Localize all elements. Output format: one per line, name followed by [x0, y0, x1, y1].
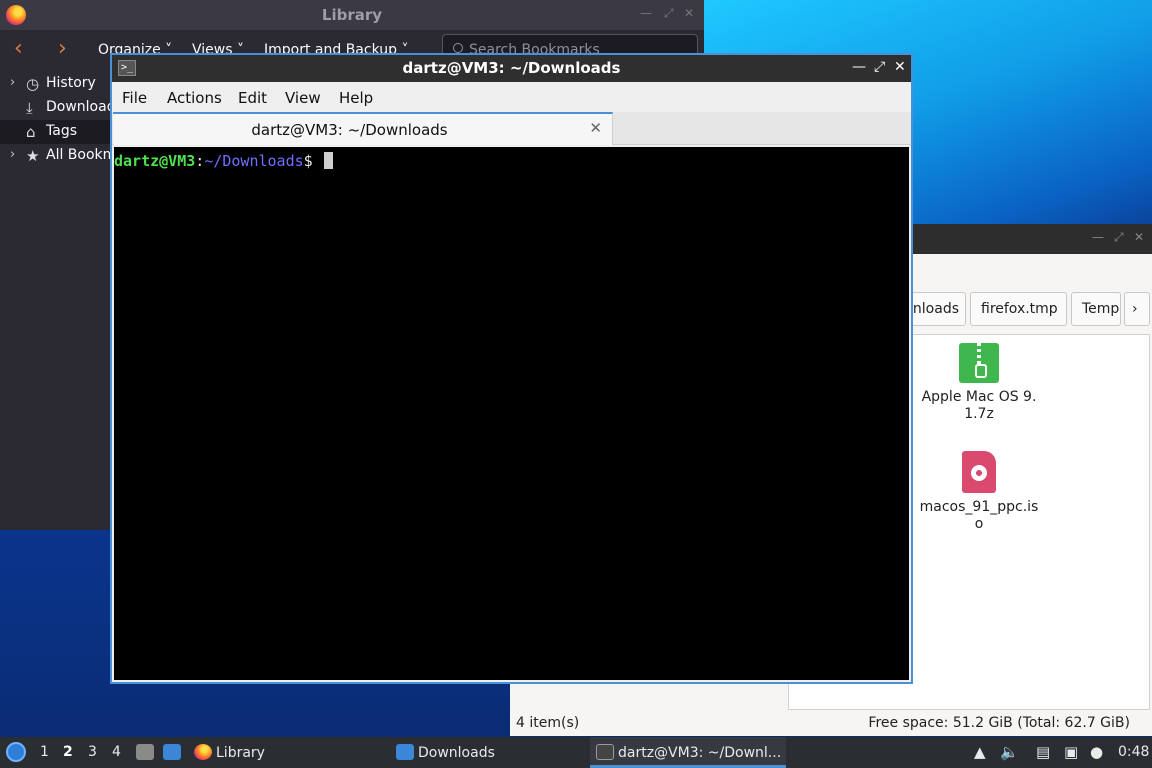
chevron-right-icon[interactable]: ›	[1124, 292, 1150, 326]
text-cursor	[323, 152, 333, 169]
file-name: Apple Mac OS 9.1.7z	[921, 389, 1037, 422]
back-arrow-icon[interactable]: ‹	[14, 36, 23, 61]
terminal-window: >_ dartz@VM3: ~/Downloads — ⤢ ✕ File Act…	[110, 53, 913, 684]
close-icon[interactable]: ✕	[684, 6, 694, 20]
minimize-icon[interactable]: —	[852, 59, 866, 75]
file-item[interactable]: macos_91_ppc.iso	[919, 451, 1039, 533]
tree-item-tags[interactable]: ⌂ Tags	[0, 120, 112, 144]
zip-archive-icon	[959, 343, 999, 383]
file-item[interactable]: Apple Mac OS 9.1.7z	[919, 343, 1039, 423]
download-icon: ⤓	[26, 99, 33, 117]
library-title: Library	[321, 6, 383, 24]
menu-file[interactable]: File	[122, 89, 147, 107]
task-terminal[interactable]: dartz@VM3: ~/Downl...	[590, 737, 786, 768]
desktop-launcher-icon[interactable]	[163, 744, 181, 760]
clock[interactable]: 0:48	[1118, 744, 1149, 760]
network-icon[interactable]: ▣	[1064, 743, 1078, 761]
star-icon: ★	[26, 147, 40, 165]
menu-actions[interactable]: Actions	[167, 89, 222, 107]
file-name: macos_91_ppc.iso	[919, 499, 1039, 532]
prompt-separator: :	[195, 152, 205, 170]
status-bar: 4 item(s) Free space: 51.2 GiB (Total: 6…	[510, 710, 1152, 736]
workspace-2[interactable]: 2	[63, 744, 73, 760]
terminal-menubar: File Actions Edit View Help	[112, 82, 911, 112]
file-manager-launcher-icon[interactable]	[136, 744, 154, 760]
close-icon[interactable]: ✕	[1134, 230, 1144, 244]
minimize-icon[interactable]: —	[640, 6, 652, 20]
clock-icon: ◷	[26, 75, 40, 93]
workspace-1[interactable]: 1	[40, 744, 49, 760]
forward-arrow-icon[interactable]: ›	[58, 36, 67, 61]
breadcrumb-downloads[interactable]: Downloads	[908, 292, 966, 326]
firefox-icon	[194, 744, 212, 760]
terminal-tabbar: dartz@VM3: ~/Downloads ✕	[112, 112, 911, 145]
maximize-icon[interactable]: ⤢	[1114, 230, 1124, 245]
menu-view[interactable]: View	[285, 89, 321, 107]
tag-icon: ⌂	[26, 123, 36, 141]
maximize-icon[interactable]: ⤢	[664, 6, 674, 21]
chevron-right-icon[interactable]: ›	[10, 147, 15, 162]
item-count: 4 item(s)	[516, 715, 580, 731]
library-tree: › ◷ History ⤓ Downloads ⌂ Tags › ★ All B…	[0, 72, 112, 168]
maximize-icon[interactable]: ⤢	[874, 59, 885, 75]
prompt-user-host: dartz@VM3	[114, 152, 196, 170]
minimize-icon[interactable]: —	[1092, 230, 1104, 244]
menu-edit[interactable]: Edit	[238, 89, 267, 107]
workspace-4[interactable]: 4	[112, 744, 121, 760]
prompt-path: ~/Downloads	[204, 152, 304, 170]
terminal-tab[interactable]: dartz@VM3: ~/Downloads ✕	[113, 112, 613, 145]
updates-icon[interactable]: ●	[1090, 743, 1103, 761]
terminal-icon	[596, 744, 614, 760]
chevron-right-icon[interactable]: ›	[10, 75, 15, 90]
menu-help[interactable]: Help	[339, 89, 373, 107]
library-titlebar[interactable]: Library — ⤢ ✕	[0, 0, 704, 30]
tab-label: dartz@VM3: ~/Downloads	[251, 121, 448, 139]
folder-icon	[396, 744, 414, 760]
prompt-symbol: $	[303, 152, 313, 170]
breadcrumb-firefox-tmp[interactable]: firefox.tmp	[970, 292, 1067, 326]
task-library[interactable]: Library	[194, 737, 265, 768]
breadcrumb-temp[interactable]: Temp	[1071, 292, 1121, 326]
free-space: Free space: 51.2 GiB (Total: 62.7 GiB)	[868, 715, 1130, 731]
app-menu-icon[interactable]	[6, 742, 26, 762]
workspace-3[interactable]: 3	[88, 744, 97, 760]
notification-icon[interactable]: ▲	[974, 743, 986, 761]
tree-item-all-bookmarks[interactable]: › ★ All Bookmarks	[0, 144, 112, 168]
taskbar: 1 2 3 4 Library Downloads dartz@VM3: ~/D…	[0, 737, 1152, 768]
clipboard-icon[interactable]: ▤	[1036, 743, 1050, 761]
close-icon[interactable]: ✕	[894, 59, 906, 75]
terminal-title: dartz@VM3: ~/Downloads	[402, 59, 621, 77]
volume-icon[interactable]: 🔈	[1000, 743, 1019, 761]
tree-item-downloads[interactable]: ⤓ Downloads	[0, 96, 112, 120]
tree-item-history[interactable]: › ◷ History	[0, 72, 112, 96]
disc-image-icon	[962, 451, 996, 493]
search-icon	[453, 43, 463, 53]
close-tab-icon[interactable]: ✕	[589, 119, 602, 137]
task-downloads[interactable]: Downloads	[396, 737, 495, 768]
terminal-console[interactable]: dartz@VM3:~/Downloads$	[114, 147, 909, 680]
terminal-titlebar[interactable]: >_ dartz@VM3: ~/Downloads — ⤢ ✕	[112, 55, 911, 82]
